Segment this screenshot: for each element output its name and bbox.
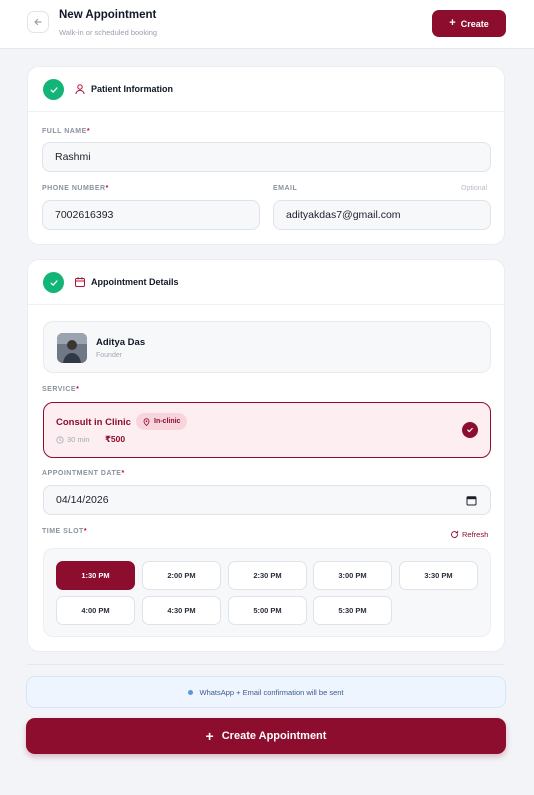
time-slot[interactable]: 4:00 PM: [56, 596, 135, 625]
location-pin-icon: [143, 417, 150, 426]
selected-check-icon: [462, 422, 478, 438]
page-title: New Appointment: [59, 9, 157, 21]
time-slot-label: TIME SLOT*: [42, 528, 88, 535]
create-button[interactable]: + Create: [432, 10, 506, 37]
confirmation-notice-text: WhatsApp + Email confirmation will be se…: [199, 687, 344, 697]
time-slot[interactable]: 5:00 PM: [228, 596, 307, 625]
patient-info-header: Patient Information: [28, 67, 504, 112]
time-slot[interactable]: 4:30 PM: [142, 596, 221, 625]
full-name-label: FULL NAME*: [42, 128, 91, 135]
service-duration: 30 min: [56, 435, 90, 444]
time-slot[interactable]: 5:30 PM: [313, 596, 392, 625]
plus-icon: +: [449, 17, 456, 29]
check-icon: [43, 79, 64, 100]
avatar: [57, 333, 87, 363]
service-duration-value: 30 min: [67, 435, 90, 444]
time-slot-grid: 1:30 PM 2:00 PM 2:30 PM 3:00 PM 3:30 PM …: [43, 548, 491, 637]
time-slot[interactable]: 3:30 PM: [399, 561, 478, 590]
calendar-picker-icon[interactable]: [466, 495, 477, 506]
create-appointment-label: Create Appointment: [221, 730, 327, 742]
create-button-label: Create: [460, 18, 489, 29]
service-price: ₹500: [105, 434, 126, 444]
patient-info-card: Patient Information FULL NAME* Rashmi PH…: [27, 66, 505, 245]
user-icon: [75, 84, 85, 95]
info-dot-icon: [188, 689, 194, 695]
divider: [27, 664, 505, 665]
phone-input[interactable]: 7002616393: [42, 200, 260, 230]
appointment-details-header: Appointment Details: [28, 260, 504, 305]
time-slot[interactable]: 2:30 PM: [228, 561, 307, 590]
full-name-input[interactable]: Rashmi: [42, 142, 491, 172]
time-slot-selected[interactable]: 1:30 PM: [56, 561, 135, 590]
appointment-details-card: Appointment Details Aditya Das Founder S…: [27, 259, 505, 652]
doctor-role: Founder: [96, 352, 123, 359]
time-slot[interactable]: 3:00 PM: [313, 561, 392, 590]
email-optional-hint: Optional: [461, 185, 488, 192]
confirmation-notice: WhatsApp + Email confirmation will be se…: [26, 676, 506, 708]
doctor-name: Aditya Das: [96, 337, 146, 348]
page-subtitle: Walk-in or scheduled booking: [59, 28, 158, 37]
back-button[interactable]: [27, 11, 49, 33]
section-title-appointment: Appointment Details: [91, 277, 179, 287]
arrow-left-icon: [34, 18, 42, 26]
date-label: APPOINTMENT DATE*: [42, 470, 125, 477]
service-option-selected[interactable]: Consult in Clinic In-clinic 30 min ₹500: [43, 402, 491, 458]
refresh-button[interactable]: Refresh: [450, 530, 488, 539]
service-name: Consult in Clinic: [56, 417, 131, 428]
email-label: EMAIL: [273, 185, 298, 192]
top-bar: New Appointment Walk-in or scheduled boo…: [0, 0, 534, 49]
doctor-card[interactable]: Aditya Das Founder: [43, 321, 491, 373]
plus-icon: +: [205, 728, 214, 744]
calendar-icon: [75, 277, 85, 287]
date-input[interactable]: 04/14/2026: [43, 485, 491, 515]
time-slot[interactable]: 2:00 PM: [142, 561, 221, 590]
create-appointment-button[interactable]: + Create Appointment: [26, 718, 506, 754]
check-icon: [43, 272, 64, 293]
date-value: 04/14/2026: [56, 494, 109, 506]
email-input[interactable]: adityakdas7@gmail.com: [273, 200, 491, 230]
refresh-icon: [451, 530, 459, 538]
refresh-label: Refresh: [462, 530, 489, 539]
phone-label: PHONE NUMBER*: [42, 185, 109, 192]
clock-icon: [56, 435, 64, 444]
service-badge: In-clinic: [136, 413, 188, 430]
service-label: SERVICE*: [42, 386, 80, 393]
section-title-patient: Patient Information: [91, 84, 174, 94]
service-badge-label: In-clinic: [154, 418, 181, 425]
